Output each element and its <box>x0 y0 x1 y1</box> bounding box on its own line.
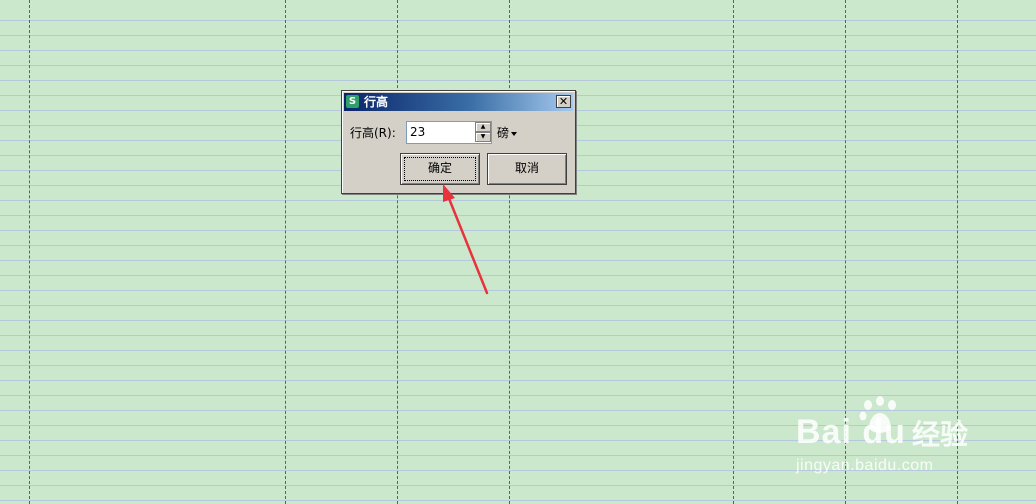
baidu-watermark: Bai du 经验 jingyan.baidu.com <box>796 396 986 482</box>
annotation-arrow-line <box>446 194 489 295</box>
dialog-title: 行高 <box>364 95 389 109</box>
triangle-up-icon: ▲ <box>480 123 486 130</box>
baidu-paw-icon <box>859 396 896 433</box>
ok-button[interactable]: 确定 <box>400 153 480 185</box>
close-icon: ✕ <box>558 95 569 108</box>
watermark-url: jingyan.baidu.com <box>796 457 934 474</box>
spin-up-button[interactable]: ▲ <box>475 122 491 132</box>
cancel-button[interactable]: 取消 <box>487 153 567 185</box>
row-height-dialog: S 行高 ✕ 行高(R): 23 ▲ ▼ 磅 确定 取消 <box>341 90 576 194</box>
triangle-down-icon: ▼ <box>480 133 486 140</box>
row-height-label: 行高(R): <box>350 126 396 140</box>
wps-app-icon: S <box>346 95 359 108</box>
row-height-spinner: ▲ ▼ <box>475 122 491 143</box>
column-gridline <box>733 0 734 504</box>
chevron-down-icon <box>511 131 518 136</box>
close-button[interactable]: ✕ <box>556 95 571 108</box>
column-gridline <box>29 0 30 504</box>
unit-label: 磅 <box>497 126 510 140</box>
column-gridline <box>509 0 510 504</box>
column-gridline <box>397 0 398 504</box>
unit-dropdown[interactable]: 磅 <box>497 125 518 141</box>
jingyan-brand-text: 经验 <box>912 418 969 451</box>
spin-down-button[interactable]: ▼ <box>475 132 491 142</box>
dialog-title-bar[interactable]: S 行高 ✕ <box>344 93 573 111</box>
column-gridline <box>285 0 286 504</box>
